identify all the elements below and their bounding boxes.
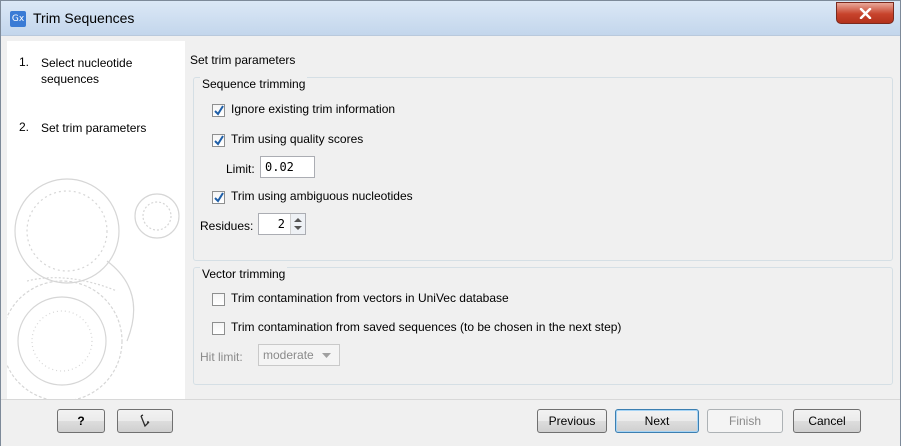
step-number: 2. <box>19 120 30 134</box>
ignore-trim-checkbox[interactable] <box>212 104 225 117</box>
quality-scores-label: Trim using quality scores <box>231 132 364 146</box>
limit-value: 0.02 <box>265 160 294 174</box>
step-label: Set trim parameters <box>41 121 147 135</box>
next-button[interactable]: Next <box>615 409 699 433</box>
checkmark-icon <box>214 105 224 116</box>
checkmark-icon <box>214 192 224 203</box>
saved-sequences-label: Trim contamination from saved sequences … <box>231 320 622 334</box>
univec-checkbox[interactable] <box>212 293 225 306</box>
hit-limit-label: Hit limit: <box>200 350 243 364</box>
residues-spinner[interactable]: 2 <box>258 213 306 235</box>
limit-field[interactable]: 0.02 <box>260 156 315 178</box>
saved-sequences-checkbox[interactable] <box>212 322 225 335</box>
decorative-circles-logo <box>7 178 180 399</box>
page-title: Set trim parameters <box>190 53 296 67</box>
step-label: Select nucleotide sequences <box>41 56 133 86</box>
ambiguous-label: Trim using ambiguous nucleotides <box>231 189 413 203</box>
checkmark-icon <box>214 135 224 146</box>
ambiguous-checkbox[interactable] <box>212 191 225 204</box>
hit-limit-select[interactable]: moderate <box>258 344 340 366</box>
ignore-trim-label: Ignore existing trim information <box>231 102 396 116</box>
limit-label: Limit: <box>226 162 255 176</box>
hit-limit-value: moderate <box>263 348 314 362</box>
step-number: 1. <box>19 55 30 69</box>
spin-up-down-icon <box>294 218 302 230</box>
close-button[interactable] <box>836 2 894 24</box>
finish-button[interactable]: Finish <box>707 409 783 433</box>
reset-icon <box>140 414 150 428</box>
cancel-button[interactable]: Cancel <box>793 409 861 433</box>
chevron-down-icon <box>322 353 331 358</box>
app-icon: Gx <box>10 11 26 27</box>
title-bar[interactable]: Gx Trim Sequences <box>1 1 900 36</box>
reset-button[interactable] <box>117 409 173 433</box>
group-title: Vector trimming <box>200 267 288 281</box>
residues-label: Residues: <box>200 219 254 233</box>
univec-label: Trim contamination from vectors in UniVe… <box>231 291 509 305</box>
wizard-steps-sidebar: 1. Select nucleotide sequences 2. Set tr… <box>7 41 186 399</box>
previous-button[interactable]: Previous <box>537 409 607 433</box>
close-icon <box>859 8 872 19</box>
residues-spin-buttons[interactable] <box>290 214 305 234</box>
sequence-trimming-group: Sequence trimming Ignore existing trim i… <box>193 77 893 261</box>
main-panel: Set trim parameters Sequence trimming Ig… <box>185 41 899 399</box>
quality-scores-checkbox[interactable] <box>212 134 225 147</box>
residues-value: 2 <box>277 217 285 231</box>
dialog-window: Gx Trim Sequences 1. Select nucleotide s… <box>0 0 901 446</box>
group-title: Sequence trimming <box>200 77 308 91</box>
dialog-footer: ? Previous Next Finish Cancel <box>1 399 900 446</box>
vector-trimming-group: Vector trimming Trim contamination from … <box>193 267 893 385</box>
help-button[interactable]: ? <box>57 409 105 433</box>
window-title: Trim Sequences <box>33 10 135 26</box>
